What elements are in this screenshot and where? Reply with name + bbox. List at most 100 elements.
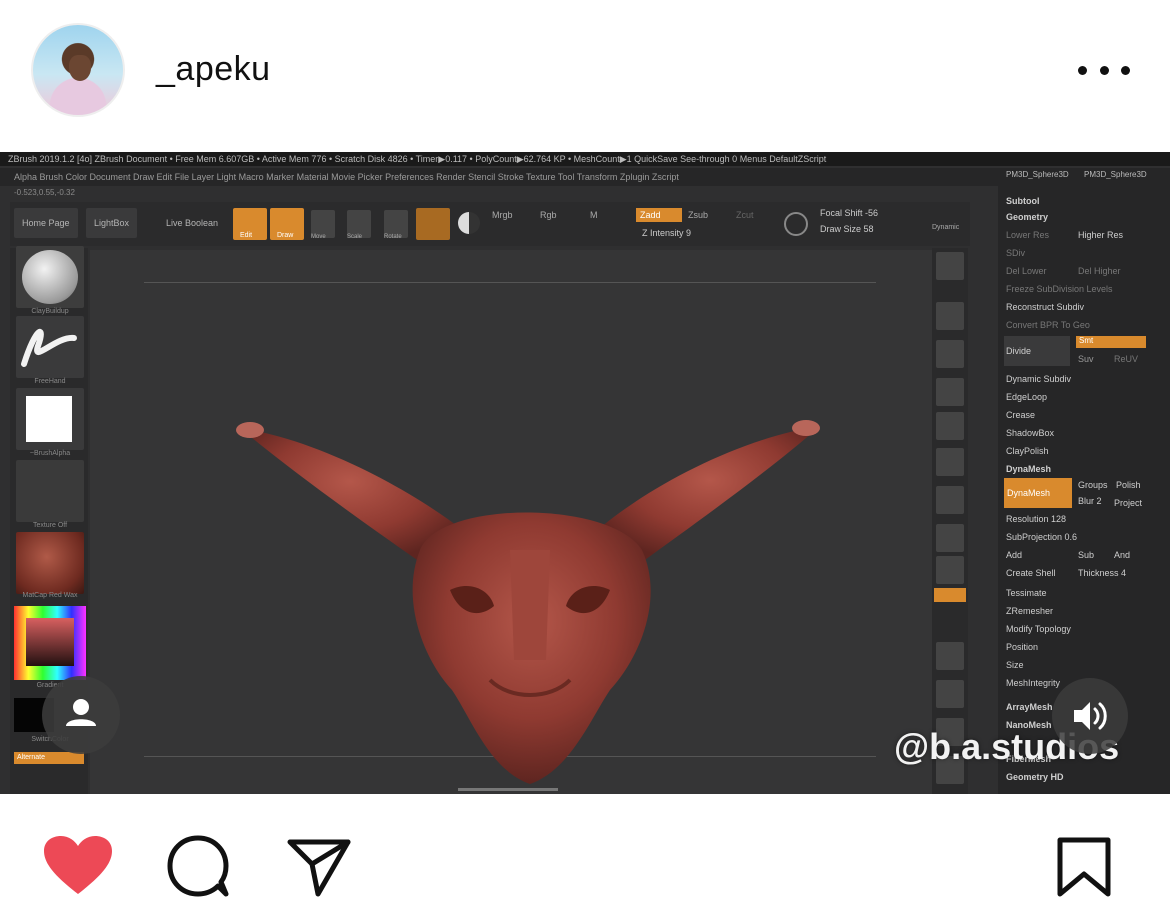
edit-label: Edit <box>240 232 253 239</box>
stroke-thumb <box>16 316 84 378</box>
lower-res: Lower Res <box>1006 230 1050 240</box>
avatar[interactable] <box>31 23 125 117</box>
post-video[interactable]: ZBrush 2019.1.2 [4o] ZBrush Document • F… <box>0 152 1170 794</box>
freeze-subdiv: Freeze SubDivision Levels <box>1006 284 1113 294</box>
floor-icon <box>936 486 964 514</box>
username[interactable]: _apeku <box>156 50 271 89</box>
xyz-button <box>934 588 966 602</box>
brush-label: ClayBuildup <box>31 308 69 315</box>
tessimate: Tessimate <box>1006 588 1047 598</box>
arraymesh: ArrayMesh <box>1006 702 1053 712</box>
subtool-header: Subtool <box>1006 196 1040 206</box>
edgeloop: EdgeLoop <box>1006 392 1048 402</box>
focal-shift-slider: Focal Shift -56 <box>820 208 879 218</box>
z-intensity-slider: Z Intensity 9 <box>642 228 692 238</box>
geometry-header: Geometry <box>1006 212 1049 222</box>
zsub-label: Zsub <box>688 210 709 220</box>
divide-label: Divide <box>1006 346 1032 356</box>
brush-thumb <box>16 246 84 308</box>
bookmark-icon[interactable] <box>1056 836 1112 903</box>
dynamic-icon <box>784 212 808 236</box>
local-icon <box>936 524 964 552</box>
persp-icon <box>936 448 964 476</box>
zbrush-title-bar: ZBrush 2019.1.2 [4o] ZBrush Document • F… <box>0 152 1170 166</box>
geometry-hd: Geometry HD <box>1006 772 1064 782</box>
color-picker <box>14 606 86 680</box>
dynamesh-button: DynaMesh <box>1004 478 1072 508</box>
gizmo-icon <box>936 556 964 584</box>
aahalf-icon <box>936 412 964 440</box>
sculpt-model <box>236 420 820 784</box>
audio-toggle-button[interactable] <box>1052 678 1128 754</box>
subprojection-slider: SubProjection 0.6 <box>1006 532 1078 542</box>
material-swatch <box>416 208 450 240</box>
zremesher: ZRemesher <box>1006 606 1054 616</box>
texture-label: Texture Off <box>32 522 68 529</box>
sub-toggle: Sub <box>1078 550 1095 560</box>
higher-res: Higher Res <box>1078 230 1124 240</box>
zcut-label: Zcut <box>736 210 754 220</box>
size: Size <box>1006 660 1024 670</box>
blur-slider: Blur 2 <box>1078 496 1102 506</box>
position: Position <box>1006 642 1039 652</box>
groups-toggle: Groups <box>1078 480 1108 490</box>
modify-topology: Modify Topology <box>1006 624 1071 634</box>
and-toggle: And <box>1114 550 1131 560</box>
crease: Crease <box>1006 410 1036 420</box>
resolution-slider: Resolution 128 <box>1006 514 1067 524</box>
post-actions <box>0 794 1170 908</box>
texture-thumb <box>16 460 84 522</box>
sdiv-slider: SDiv <box>1006 248 1026 258</box>
alpha-thumb <box>16 388 84 450</box>
post-header: _apeku <box>0 0 1170 140</box>
zbrush-canvas <box>90 250 932 794</box>
zbrush-menu-bar: Alpha Brush Color Document Draw Edit Fil… <box>0 168 1000 186</box>
draw-size-slider: Draw Size 58 <box>820 224 874 234</box>
tagged-users-button[interactable] <box>42 676 120 754</box>
canvas-scrubber <box>458 788 558 791</box>
mrgb-label: Mrgb <box>492 210 513 220</box>
paper-plane-icon[interactable] <box>286 836 352 903</box>
more-options-icon[interactable] <box>1078 60 1130 80</box>
thickness-slider: Thickness 4 <box>1078 568 1127 578</box>
zbrush-coords: -0.523,0.55,-0.32 <box>14 188 75 197</box>
smt-toggle: Smt <box>1076 336 1146 348</box>
dynamic-subdiv: Dynamic Subdiv <box>1006 374 1072 384</box>
zadd-button: Zadd <box>636 208 682 222</box>
draw-label: Draw <box>277 232 294 239</box>
lightbox-button: LightBox <box>86 208 138 238</box>
claypolish: ClayPolish <box>1006 446 1049 456</box>
scale-label: Scale <box>347 234 363 240</box>
create-shell: Create Shell <box>1006 568 1056 578</box>
rotate-label: Rotate <box>384 234 402 240</box>
material-label: MatCap Red Wax <box>22 592 78 599</box>
home-page-button: Home Page <box>14 208 78 238</box>
polyf-icon <box>936 642 964 670</box>
polish-toggle: Polish <box>1116 480 1141 490</box>
rgb-label: Rgb <box>540 210 557 220</box>
transp-icon <box>936 680 964 708</box>
actual-icon <box>936 378 964 406</box>
dynamic-label: Dynamic <box>932 224 960 231</box>
heart-filled-icon[interactable] <box>42 834 114 903</box>
material-thumb <box>16 532 84 594</box>
panel-tab-1: PM3D_Sphere3D <box>1006 170 1069 179</box>
convert-bpr: Convert BPR To Geo <box>1006 320 1090 330</box>
stroke-label: FreeHand <box>34 378 66 385</box>
bpr-icon <box>936 252 964 280</box>
shadowbox: ShadowBox <box>1006 428 1055 438</box>
m-label: M <box>590 210 598 220</box>
reuv-toggle: ReUV <box>1114 354 1139 364</box>
comment-icon[interactable] <box>166 834 232 903</box>
scroll-icon <box>936 302 964 330</box>
project-toggle: Project <box>1114 498 1143 508</box>
suv-toggle: Suv <box>1078 354 1094 364</box>
reconstruct-subdiv: Reconstruct Subdiv <box>1006 302 1085 312</box>
move-label: Move <box>311 234 326 240</box>
del-higher: Del Higher <box>1078 266 1121 276</box>
zoom-icon <box>936 340 964 368</box>
add-toggle: Add <box>1006 550 1023 560</box>
live-boolean-button: Live Boolean <box>166 218 219 228</box>
dynamesh-header: DynaMesh <box>1006 464 1052 474</box>
spotlight-icon <box>458 212 480 234</box>
